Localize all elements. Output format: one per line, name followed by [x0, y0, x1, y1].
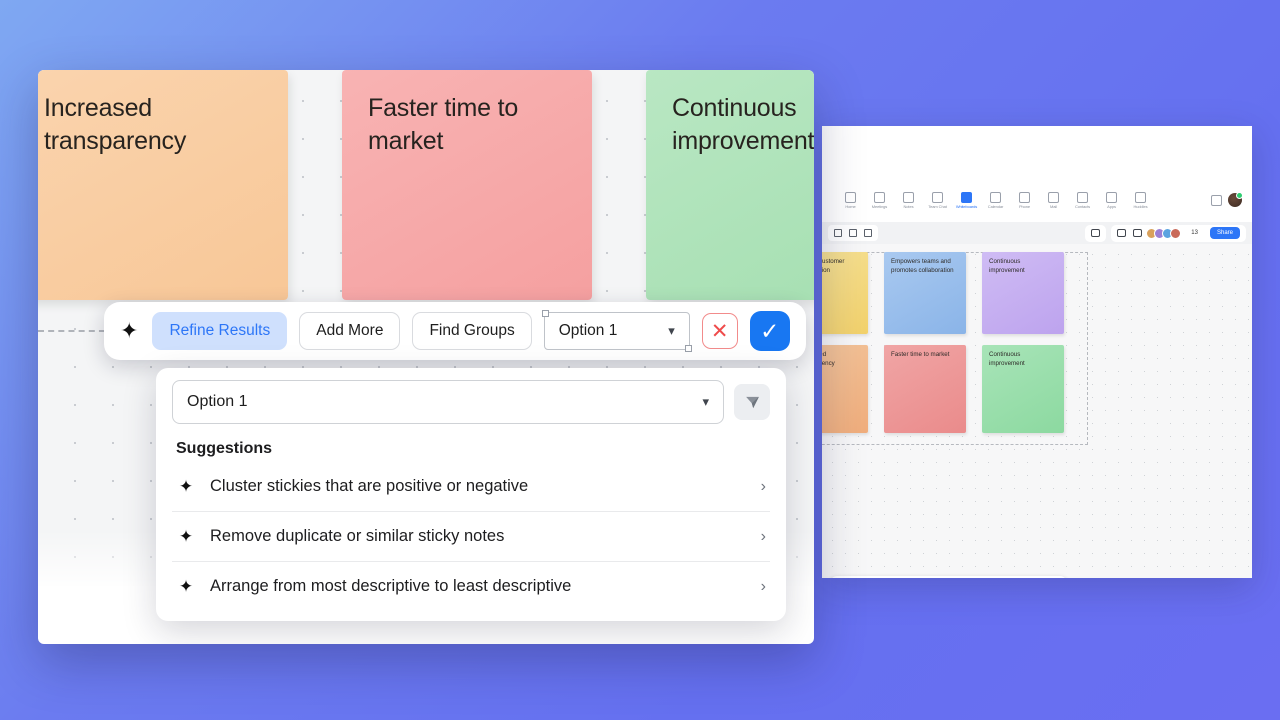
- sparkle-icon: ✦: [178, 577, 194, 596]
- video-icon[interactable]: [1117, 229, 1127, 237]
- mini-action-bar: ✦ Refine Results Add More Find Groups Op…: [830, 576, 1067, 578]
- nav-item-label: Home: [845, 204, 856, 209]
- nav-item-mail[interactable]: Mail: [1039, 192, 1068, 209]
- share-button[interactable]: Share: [1209, 227, 1240, 239]
- nav-item-notes[interactable]: Notes: [894, 192, 923, 209]
- chat-icon: [932, 192, 943, 203]
- nav-item-label: Huddles: [1133, 204, 1148, 209]
- option-select[interactable]: Option 1 ▾: [541, 310, 692, 352]
- whiteboard-icon: [961, 192, 972, 203]
- eye-icon[interactable]: [1133, 229, 1143, 237]
- sticky-note[interactable]: Increased transparency: [38, 70, 288, 300]
- mini-sticky-note[interactable]: Faster time to market: [884, 345, 966, 433]
- mini-sticky-note[interactable]: Empowers teams and promotes collaboratio…: [884, 252, 966, 334]
- nav-item-label: Mail: [1050, 204, 1057, 209]
- sticky-note[interactable]: Continuous improvement: [646, 70, 814, 300]
- confirm-button[interactable]: ✓: [749, 311, 790, 351]
- mini-sticky-note[interactable]: Continuous improvement: [982, 345, 1064, 433]
- add-more-button[interactable]: Add More: [299, 312, 401, 350]
- apps-icon: [1106, 192, 1117, 203]
- ai-action-bar: ✦ Refine Results Add More Find Groups Op…: [104, 302, 806, 360]
- layout-icon[interactable]: [1211, 194, 1222, 206]
- nav-item-label: Team Chat: [928, 204, 947, 209]
- mini-sticky-note[interactable]: Continuous improvement: [982, 252, 1064, 334]
- present-icon[interactable]: [834, 229, 842, 237]
- mini-tool-group-right: 13 Share: [1085, 224, 1246, 242]
- pointer-icon[interactable]: [864, 229, 872, 237]
- nav-item-home[interactable]: Home: [836, 192, 865, 209]
- collab-pill: 13 Share: [1111, 224, 1246, 242]
- suggestion-item[interactable]: ✦ Cluster stickies that are positive or n…: [172, 462, 770, 512]
- contacts-icon: [1077, 192, 1088, 203]
- user-avatar[interactable]: [1228, 192, 1243, 207]
- suggestions-option-select[interactable]: Option 1 ▾: [172, 380, 724, 424]
- suggestion-item[interactable]: ✦ Remove duplicate or similar sticky note…: [172, 512, 770, 562]
- suggestions-top-row: Option 1 ▾: [172, 380, 770, 424]
- main-whiteboard-card: Increased transparency Faster time to mar…: [38, 70, 814, 644]
- nav-item-label: Calendar: [987, 204, 1004, 209]
- sparkle-icon: ✦: [178, 527, 194, 546]
- huddles-icon: [1135, 192, 1146, 203]
- phone-icon: [1019, 192, 1030, 203]
- mail-icon: [1048, 192, 1059, 203]
- nav-item-meetings[interactable]: Meetings: [865, 192, 894, 209]
- suggestions-list: ✦ Cluster stickies that are positive or n…: [172, 462, 770, 611]
- participant-count: 13: [1191, 230, 1198, 236]
- suggestion-label: Arrange from most descriptive to least d…: [210, 577, 572, 595]
- nav-item-label: Contacts: [1075, 204, 1090, 209]
- option-select-value: Option 1: [558, 322, 618, 339]
- chevron-down-icon: ▾: [668, 323, 675, 338]
- refine-results-button[interactable]: Refine Results: [152, 312, 288, 350]
- chevron-down-icon: ▾: [702, 394, 709, 409]
- avatar: [1170, 227, 1182, 239]
- chevron-right-icon: ›: [760, 477, 766, 495]
- nav-item-label: Whiteboards: [955, 204, 978, 209]
- find-groups-button[interactable]: Find Groups: [412, 312, 532, 350]
- mini-whiteboard-canvas[interactable]: Higher customer satisfaction Empowers tea…: [822, 244, 1252, 578]
- participant-avatars[interactable]: [1146, 227, 1182, 239]
- nav-item-huddles[interactable]: Huddles: [1126, 192, 1155, 209]
- sparkle-icon: ✦: [178, 477, 194, 496]
- suggestion-label: Cluster stickies that are positive or ne…: [210, 477, 529, 495]
- mini-sticky-note[interactable]: Higher customer satisfaction: [822, 252, 868, 334]
- nav-right-group: [1211, 192, 1243, 207]
- mini-app-navbar: Home Meetings Notes Team Chat Whiteboards Cal…: [836, 192, 1243, 218]
- nav-item-label: Meetings: [871, 204, 888, 209]
- suggestion-item[interactable]: ✦ Arrange from most descriptive to least …: [172, 562, 770, 611]
- timer-icon[interactable]: [849, 229, 857, 237]
- mini-app-window: Home Meetings Notes Team Chat Whiteboards Cal…: [822, 126, 1252, 578]
- suggestions-panel: Option 1 ▾ Suggestions ✦ Cluster stickies…: [156, 368, 786, 621]
- nav-item-label: Notes: [903, 204, 914, 209]
- screen-share-pill[interactable]: [1085, 224, 1107, 242]
- notes-icon: [903, 192, 914, 203]
- sparkle-icon: ✦: [120, 318, 139, 343]
- sticky-note[interactable]: Faster time to market: [342, 70, 592, 300]
- video-icon: [874, 192, 885, 203]
- cancel-button[interactable]: ✕: [701, 313, 738, 349]
- send-button[interactable]: [734, 384, 770, 420]
- nav-item-calendar[interactable]: Calendar: [981, 192, 1010, 209]
- mini-tool-group-left[interactable]: [828, 225, 878, 241]
- mini-titlebar: [822, 126, 1252, 188]
- nav-item-whiteboards[interactable]: Whiteboards: [952, 192, 981, 209]
- calendar-icon: [990, 192, 1001, 203]
- mini-whiteboard-toolbar: 13 Share: [822, 222, 1252, 244]
- nav-item-contacts[interactable]: Contacts: [1068, 192, 1097, 209]
- nav-item-label: Phone: [1018, 204, 1031, 209]
- nav-item-label: Apps: [1107, 204, 1116, 209]
- chevron-right-icon: ›: [760, 577, 766, 595]
- nav-item-team-chat[interactable]: Team Chat: [923, 192, 952, 209]
- home-icon: [845, 192, 856, 203]
- nav-item-apps[interactable]: Apps: [1097, 192, 1126, 209]
- suggestions-option-value: Option 1: [187, 393, 248, 410]
- nav-item-phone[interactable]: Phone: [1010, 192, 1039, 209]
- suggestions-heading: Suggestions: [176, 440, 273, 457]
- chevron-right-icon: ›: [760, 527, 766, 545]
- suggestion-label: Remove duplicate or similar sticky notes: [210, 527, 505, 545]
- monitor-icon[interactable]: [1091, 229, 1101, 237]
- mini-sticky-note[interactable]: Increased transparency: [822, 345, 868, 433]
